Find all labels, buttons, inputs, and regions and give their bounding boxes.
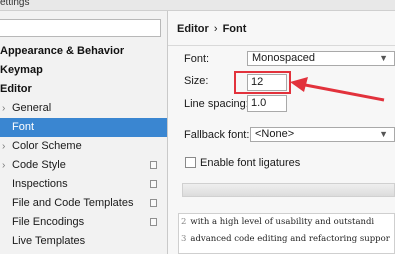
- arrow-shaft: [299, 82, 385, 102]
- red-arrow-annotation: [290, 77, 385, 102]
- arrow-head: [290, 77, 308, 92]
